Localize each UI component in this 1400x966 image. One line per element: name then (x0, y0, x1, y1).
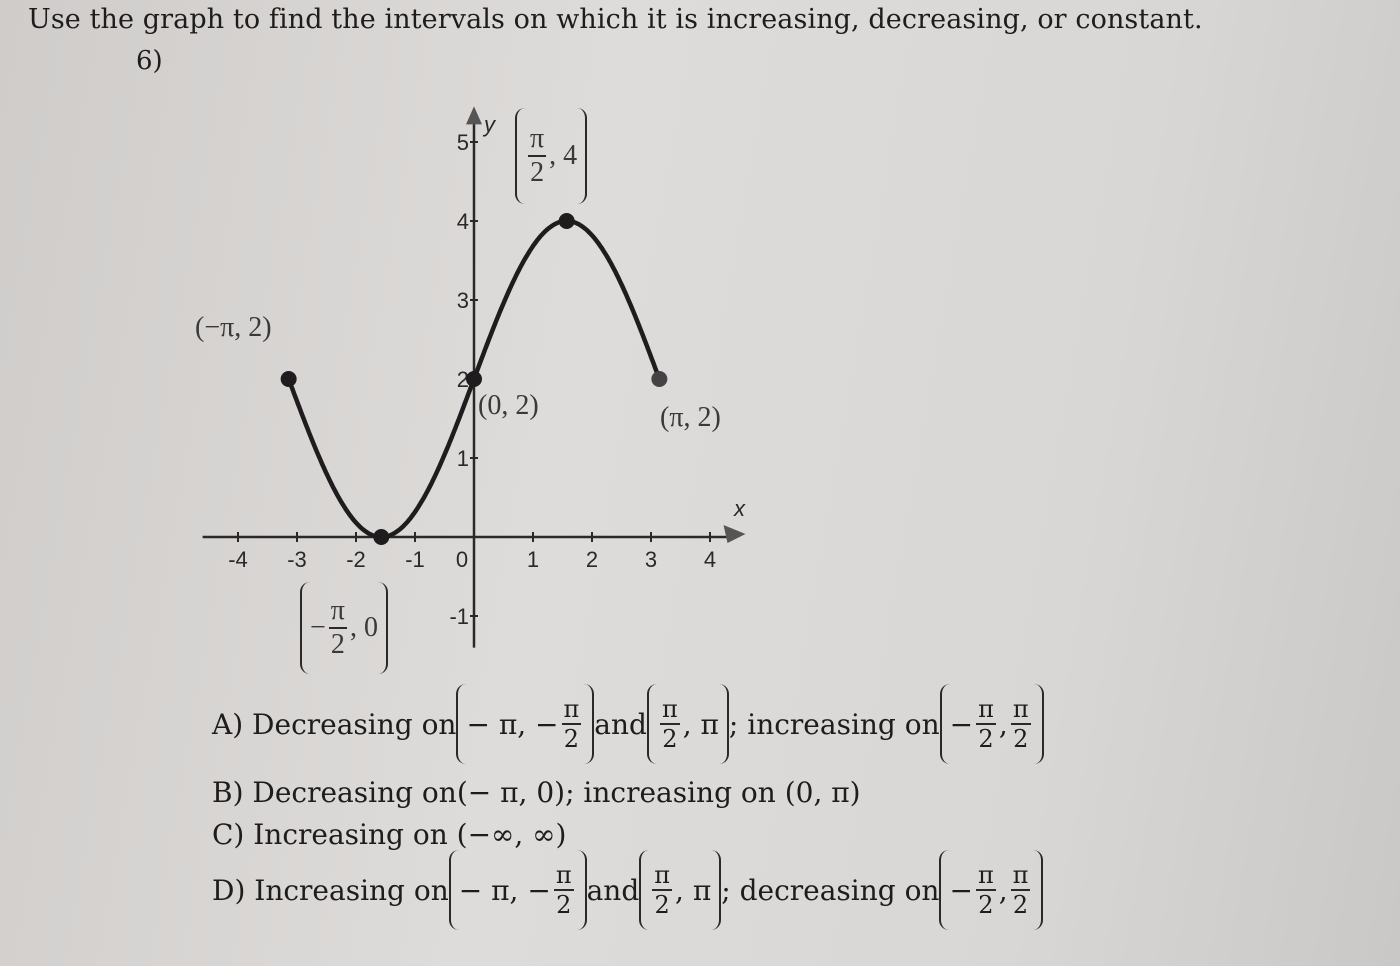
point-label-maximum: π2 , 4 (515, 108, 588, 204)
point-label-right-endpoint: (π, 2) (660, 402, 721, 433)
y-tick-label: 5 (457, 130, 469, 155)
x-tick-label: -4 (228, 547, 248, 572)
x-axis-arrow (723, 525, 746, 543)
answer-option-d[interactable]: D) Increasing on − π, − π2 and π2, π ; d… (212, 850, 1044, 930)
point-label-minimum: − π2 , 0 (300, 582, 388, 674)
y-tick-label: -1 (449, 604, 469, 629)
x-tick-label: 0 (456, 547, 468, 572)
x-tick-label: 3 (645, 547, 657, 572)
point-label-y-intercept: (0, 2) (478, 390, 539, 421)
key-point (558, 213, 575, 229)
y-tick-label: 1 (457, 446, 469, 471)
y-axis-label: y (482, 112, 497, 137)
answer-option-b[interactable]: B) Decreasing on (− π, 0); increasing on … (212, 776, 861, 809)
key-point (373, 529, 390, 545)
key-point (651, 371, 668, 387)
answer-option-c[interactable]: C) Increasing on (−∞, ∞) (212, 818, 566, 851)
y-tick-label: 3 (457, 288, 469, 313)
x-axis-label: x (733, 496, 746, 521)
y-tick-label: 4 (457, 209, 469, 234)
x-tick-label: 2 (586, 547, 598, 572)
x-tick-label: 1 (527, 547, 539, 572)
x-tick-label: 4 (704, 547, 716, 572)
y-axis-arrow (466, 106, 482, 125)
key-point (466, 371, 482, 387)
x-tick-label: -3 (287, 547, 307, 572)
point-label-left-endpoint: (−π, 2) (195, 312, 272, 343)
key-point (280, 371, 297, 387)
x-tick-label: -2 (346, 547, 366, 572)
answer-option-a[interactable]: A) Decreasing on − π, − π2 and π2, π ; i… (212, 684, 1044, 764)
x-tick-label: -1 (405, 547, 425, 572)
function-graph: xy-4 -3 -2 -1 0 1 2 3 4-112345 (202, 106, 746, 648)
